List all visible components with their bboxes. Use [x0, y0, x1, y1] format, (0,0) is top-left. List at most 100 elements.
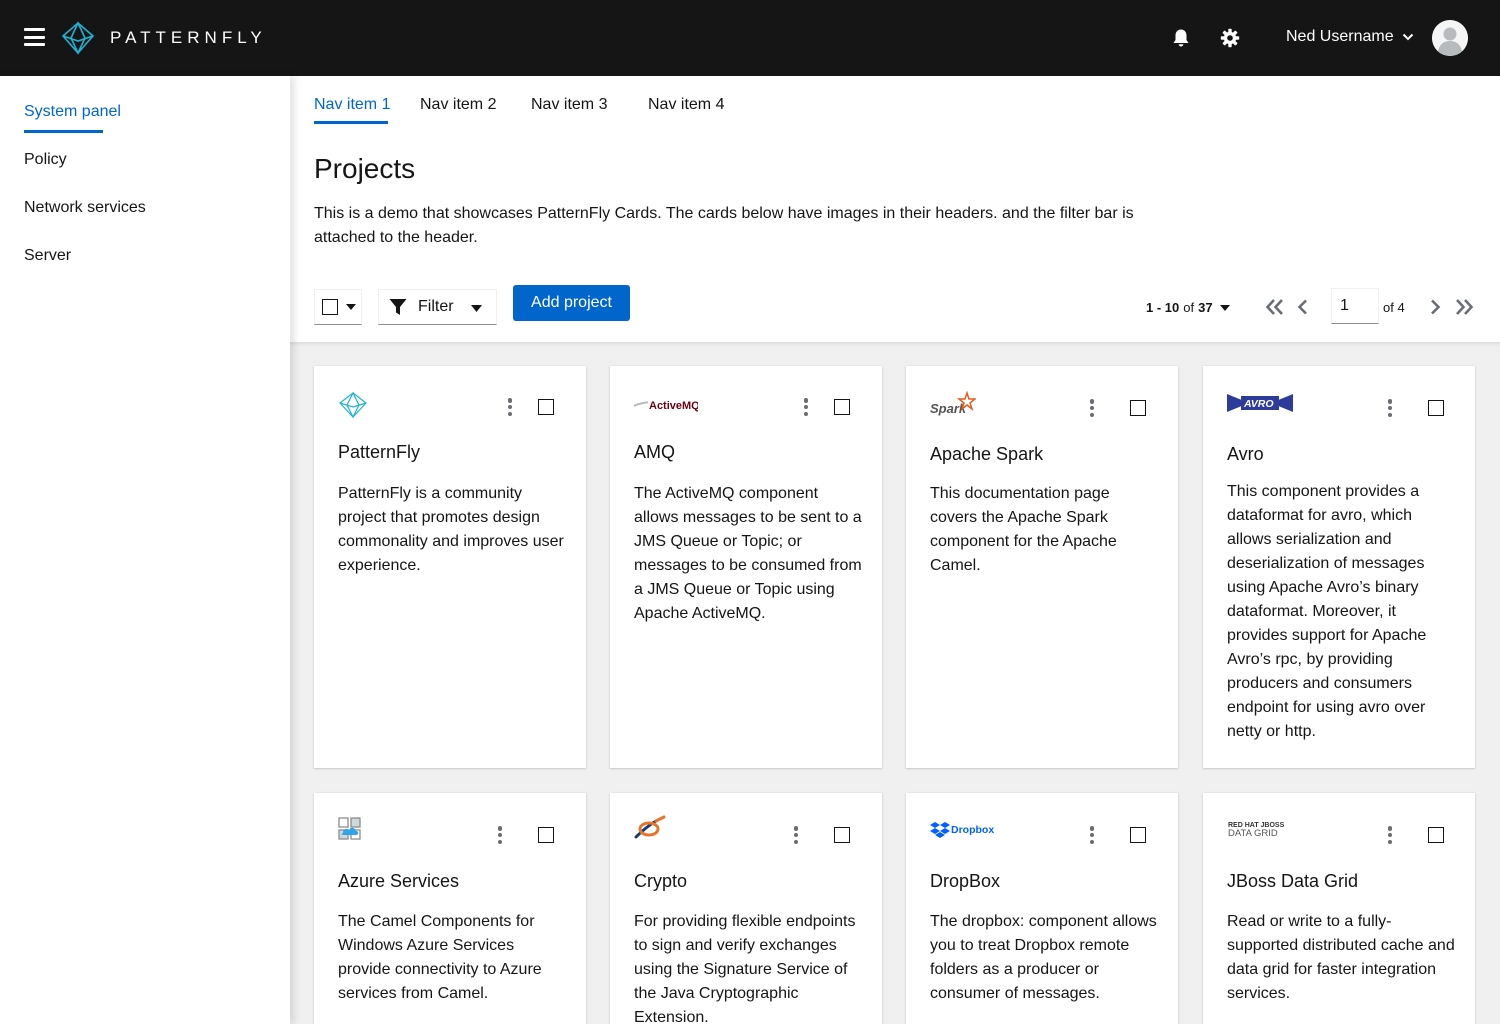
sidebar-item-policy[interactable]: Policy [24, 151, 67, 169]
gear-icon[interactable] [1219, 27, 1241, 49]
tab-nav-item-1[interactable]: Nav item 1 [314, 96, 390, 114]
card-azure-services[interactable]: Azure Services The Camel Components for … [314, 793, 586, 1024]
hamburger-menu-icon[interactable] [24, 28, 45, 46]
card-title: AMQ [634, 442, 676, 462]
card-title: PatternFly [338, 442, 421, 462]
kebab-menu-icon[interactable] [1385, 397, 1395, 419]
card-description: PatternFly is a community project that p… [338, 485, 564, 574]
caret-down-icon [1219, 304, 1230, 311]
sidebar-item-server[interactable]: Server [24, 247, 71, 265]
spark-logo-icon: Spark [930, 390, 976, 420]
card-description: This component provides a dataformat for… [1227, 483, 1427, 740]
bell-icon[interactable] [1170, 27, 1192, 49]
next-page-icon[interactable] [1424, 296, 1446, 318]
card-description: The Camel Components for Windows Azure S… [338, 913, 542, 1002]
pagination-range: 1 - 10 [1146, 300, 1180, 315]
card-jboss-data-grid[interactable]: RED HAT JBOSS DATA GRID JBoss Data Grid … [1203, 793, 1475, 1024]
card-amq[interactable]: ActiveMQ AMQ The ActiveMQ component allo… [610, 366, 882, 768]
card-description: For providing flexible endpoints to sign… [634, 913, 856, 1024]
user-name: Ned Username [1286, 28, 1394, 45]
patternfly-diamond-icon [61, 21, 95, 55]
pagination-total: 37 [1198, 300, 1213, 315]
page-description: This is a demo that showcases PatternFly… [314, 205, 1134, 246]
card-title: DropBox [930, 871, 1001, 891]
kebab-menu-icon[interactable] [1087, 397, 1097, 419]
sidebar-item-network-services[interactable]: Network services [24, 199, 146, 217]
masthead: PATTERNFLY Ned Username [0, 0, 1500, 76]
filter-label: Filter [418, 298, 454, 315]
kebab-menu-icon[interactable] [801, 396, 811, 418]
card-description: This documentation page covers the Apach… [930, 485, 1117, 574]
sidebar-active-indicator [24, 130, 103, 133]
main-content: Nav item 1 Nav item 2 Nav item 3 Nav ite… [290, 76, 1500, 1024]
brand-name: PATTERNFLY [110, 28, 267, 47]
card-apache-spark[interactable]: Spark Apache Spark This documentation pa… [906, 366, 1178, 768]
card-select-checkbox[interactable] [1428, 827, 1444, 843]
card-title: Avro [1227, 444, 1264, 464]
tab-nav-item-3[interactable]: Nav item 3 [531, 96, 607, 114]
current-page-input[interactable] [1331, 288, 1379, 324]
card-title: Crypto [634, 871, 688, 891]
card-description: The dropbox: component allows you to tre… [930, 913, 1157, 1002]
caret-down-icon [346, 304, 356, 310]
avatar[interactable] [1432, 20, 1468, 56]
kebab-menu-icon[interactable] [1385, 824, 1395, 846]
toolbar: Filter Add project 1 - 10 of 37 of 4 [290, 276, 1500, 342]
card-crypto[interactable]: Crypto For providing flexible endpoints … [610, 793, 882, 1024]
avro-logo-icon: AVRO [1227, 388, 1293, 418]
card-gallery: PatternFly PatternFly is a community pro… [290, 342, 1500, 1024]
activemq-logo-icon: ActiveMQ [634, 390, 698, 420]
card-select-checkbox[interactable] [834, 399, 850, 415]
previous-page-icon[interactable] [1292, 296, 1314, 318]
dropbox-logo-icon: Dropbox [930, 815, 994, 845]
brand-logo[interactable]: PATTERNFLY [60, 20, 267, 56]
pagination-options-toggle[interactable]: 1 - 10 of 37 [1146, 300, 1230, 315]
kebab-menu-icon[interactable] [1087, 824, 1097, 846]
card-avro[interactable]: AVRO Avro This component provides a data… [1203, 366, 1475, 768]
card-description: The ActiveMQ component allows messages t… [634, 485, 862, 622]
tab-nav-item-2[interactable]: Nav item 2 [420, 96, 496, 114]
card-select-checkbox[interactable] [834, 827, 850, 843]
caret-down-icon [471, 305, 482, 312]
filter-icon [389, 299, 407, 315]
bulk-select-dropdown[interactable] [314, 289, 362, 325]
card-select-checkbox[interactable] [1130, 827, 1146, 843]
card-title: Azure Services [338, 871, 460, 891]
patternfly-logo-icon [338, 390, 368, 420]
card-select-checkbox[interactable] [538, 399, 554, 415]
spark-logo-text: Spark [930, 401, 967, 416]
user-avatar-icon [1432, 20, 1468, 56]
horizontal-nav: Nav item 1 Nav item 2 Nav item 3 Nav ite… [314, 96, 814, 124]
card-title: Apache Spark [930, 444, 1044, 464]
first-page-icon[interactable] [1264, 296, 1286, 318]
user-menu-toggle[interactable]: Ned Username [1286, 28, 1414, 46]
card-select-checkbox[interactable] [1428, 400, 1444, 416]
jboss-logo-subtext: DATA GRID [1228, 828, 1278, 839]
activemq-logo-text: ActiveMQ [649, 400, 698, 412]
page-title: Projects [314, 153, 416, 184]
card-description: Read or write to a fully-supported distr… [1227, 913, 1455, 1002]
tab-active-indicator [314, 121, 388, 124]
sidebar-item-system-panel[interactable]: System panel [24, 103, 121, 121]
chevron-down-icon [1402, 33, 1413, 41]
azure-logo-icon [338, 815, 362, 845]
sidebar: System panel Policy Network services Ser… [0, 76, 290, 1024]
last-page-icon[interactable] [1453, 296, 1475, 318]
filter-dropdown[interactable]: Filter [378, 289, 497, 325]
card-title: JBoss Data Grid [1227, 871, 1359, 891]
card-dropbox[interactable]: Dropbox DropBox The dropbox: component a… [906, 793, 1178, 1024]
crypto-logo-icon [634, 813, 666, 843]
pagination-of: of [1183, 300, 1195, 315]
card-select-checkbox[interactable] [1130, 400, 1146, 416]
add-project-button[interactable]: Add project [513, 285, 630, 321]
tab-nav-item-4[interactable]: Nav item 4 [648, 96, 724, 114]
jboss-logo-icon: RED HAT JBOSS DATA GRID [1227, 815, 1307, 845]
card-patternfly[interactable]: PatternFly PatternFly is a community pro… [314, 366, 586, 768]
avro-logo-text: AVRO [1243, 398, 1274, 410]
dropbox-logo-text: Dropbox [951, 824, 994, 836]
kebab-menu-icon[interactable] [495, 824, 505, 846]
kebab-menu-icon[interactable] [505, 396, 515, 418]
kebab-menu-icon[interactable] [791, 824, 801, 846]
card-select-checkbox[interactable] [538, 827, 554, 843]
bulk-select-checkbox[interactable] [322, 299, 338, 315]
